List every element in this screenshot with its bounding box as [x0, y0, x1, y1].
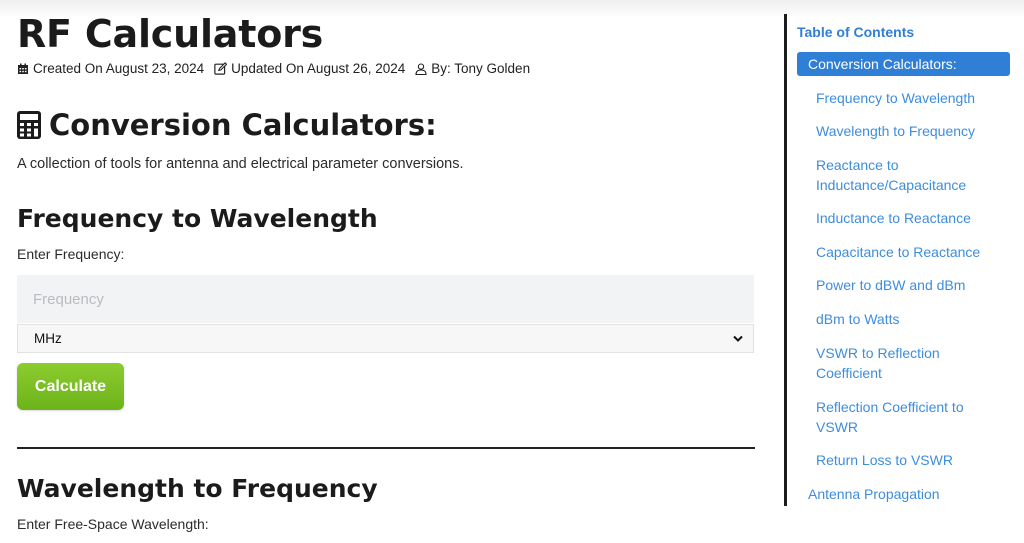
calc-title-wavelength-to-frequency: Wavelength to Frequency: [17, 474, 378, 503]
calculator-icon: [17, 111, 41, 139]
toc-item-wavelength-to-frequency[interactable]: Wavelength to Frequency: [816, 121, 1006, 141]
unit-select-value: MHz: [34, 331, 62, 346]
toc-title: Table of Contents: [797, 24, 915, 40]
table-of-contents: Table of Contents Conversion Calculators…: [784, 14, 1024, 506]
frequency-input[interactable]: [17, 275, 754, 323]
wavelength-label: Enter Free-Space Wavelength:: [17, 516, 209, 532]
user-icon: [415, 62, 427, 75]
section-title: Conversion Calculators:: [17, 108, 437, 142]
calendar-icon: [18, 63, 28, 74]
page-title: RF Calculators: [17, 12, 324, 56]
toc-item-vswr-to-reflection-coefficient[interactable]: VSWR to Reflection Coefficient: [816, 343, 1006, 383]
chevron-down-icon: [733, 335, 743, 342]
edit-icon: [214, 62, 228, 75]
toc-item-conversion-calculators[interactable]: Conversion Calculators:: [797, 52, 1010, 76]
author: By: Tony Golden: [415, 61, 530, 76]
calc-title-frequency-to-wavelength: Frequency to Wavelength: [17, 204, 378, 233]
post-meta: Created On August 23, 2024 Updated On Au…: [17, 61, 540, 76]
toc-item-reflection-coefficient-to-vswr[interactable]: Reflection Coefficient to VSWR: [816, 397, 1006, 437]
toc-item-inductance-to-reactance[interactable]: Inductance to Reactance: [816, 208, 1006, 228]
toc-item-power-to-dbw-and-dbm[interactable]: Power to dBW and dBm: [816, 275, 1006, 295]
divider: [17, 447, 755, 449]
section-intro: A collection of tools for antenna and el…: [17, 156, 464, 172]
toc-item-frequency-to-wavelength[interactable]: Frequency to Wavelength: [816, 88, 1006, 108]
section-title-text: Conversion Calculators:: [49, 108, 437, 142]
created-date: Created On August 23, 2024: [17, 61, 204, 76]
toc-item-reactance-to-inductance-capacitance[interactable]: Reactance to Inductance/Capacitance: [816, 155, 1006, 195]
toc-item-antenna-propagation[interactable]: Antenna Propagation: [808, 484, 998, 504]
unit-select[interactable]: MHz: [17, 324, 754, 353]
toc-item-capacitance-to-reactance[interactable]: Capacitance to Reactance: [816, 242, 1006, 262]
toc-item-return-loss-to-vswr[interactable]: Return Loss to VSWR: [816, 450, 1006, 470]
frequency-label: Enter Frequency:: [17, 246, 125, 262]
toc-item-dbm-to-watts[interactable]: dBm to Watts: [816, 309, 1006, 329]
calculate-button[interactable]: Calculate: [17, 363, 124, 410]
updated-date: Updated On August 26, 2024: [214, 61, 405, 76]
